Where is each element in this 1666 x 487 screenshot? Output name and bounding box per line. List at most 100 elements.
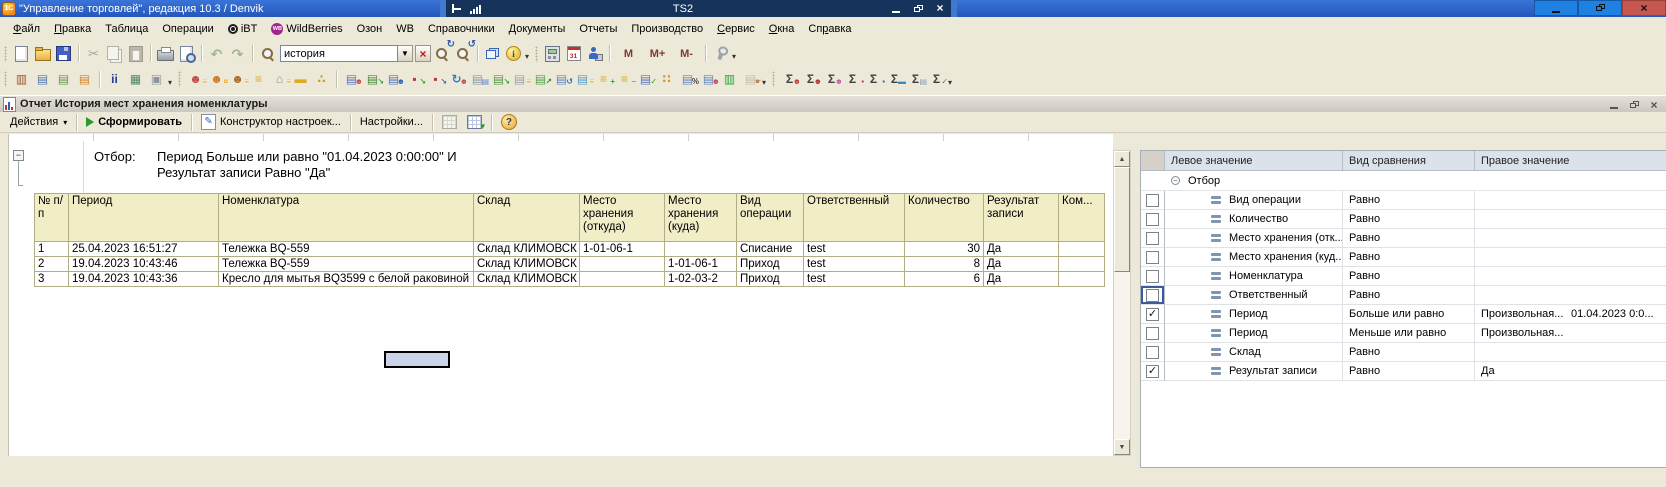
- doc-customer-icon[interactable]: ▤☻: [343, 70, 360, 88]
- table-cell[interactable]: 3: [35, 272, 69, 287]
- rdp-close-button[interactable]: ×: [929, 1, 951, 16]
- filter-row[interactable]: ОтветственныйРавно: [1141, 286, 1666, 305]
- coins-stack-icon[interactable]: ∷: [658, 70, 675, 88]
- panel-checkbox-column-header[interactable]: [1141, 151, 1165, 171]
- transfer-out-icon[interactable]: ▪↘: [427, 70, 444, 88]
- checkbox[interactable]: [1146, 232, 1159, 245]
- doc-contact-icon[interactable]: ▤☻: [700, 70, 717, 88]
- table-cell[interactable]: [1059, 272, 1105, 287]
- customer-orders-icon[interactable]: ☻¤: [208, 70, 225, 88]
- new-document-button[interactable]: [11, 43, 32, 64]
- search-dropdown-button[interactable]: ▼: [398, 45, 413, 62]
- report-close-button[interactable]: ×: [1646, 97, 1662, 112]
- column-header[interactable]: № п/п: [35, 194, 69, 242]
- sum-check-icon-dropdown[interactable]: ▾: [948, 78, 952, 87]
- checkbox[interactable]: [1146, 194, 1159, 207]
- column-header[interactable]: Количество: [905, 194, 984, 242]
- menu-reports[interactable]: Отчеты: [572, 20, 624, 38]
- toolbar-grip[interactable]: [535, 46, 538, 62]
- window-close-button[interactable]: ×: [1622, 0, 1666, 16]
- supplier-report-icon[interactable]: ☻≡: [229, 70, 246, 88]
- table-cell[interactable]: 1-01-06-1: [665, 257, 737, 272]
- info-button[interactable]: i: [503, 43, 524, 64]
- checkbox[interactable]: [1146, 289, 1159, 302]
- table-cell[interactable]: Кресло для мытья BQ3599 с белой раковино…: [219, 272, 474, 287]
- menu-windows[interactable]: Окна: [762, 20, 802, 38]
- doc-coins-icon[interactable]: ▤≡: [511, 70, 528, 88]
- filter-row[interactable]: Место хранения (куд...Равно: [1141, 248, 1666, 267]
- coins-plus-icon[interactable]: ≡+: [595, 70, 612, 88]
- redo-button[interactable]: ↷: [227, 43, 248, 64]
- calendar-button[interactable]: 31: [563, 43, 584, 64]
- checkbox[interactable]: [1146, 213, 1159, 226]
- scroll-up-button[interactable]: ▲: [1114, 151, 1130, 167]
- doc-sync-coins-icon[interactable]: ▤≡: [574, 70, 591, 88]
- table-cell[interactable]: [665, 242, 737, 257]
- table-cell[interactable]: [1059, 257, 1105, 272]
- toolbar-grip[interactable]: [4, 71, 7, 87]
- checkbox[interactable]: [1146, 346, 1159, 359]
- open-button[interactable]: [32, 43, 53, 64]
- coins-icon[interactable]: ≡: [250, 70, 267, 88]
- menu-operations[interactable]: Операции: [155, 20, 220, 38]
- filter-row[interactable]: ПериодМеньше или равноПроизвольная...: [1141, 324, 1666, 343]
- table-cell[interactable]: Да: [984, 242, 1059, 257]
- doc-refresh-icon[interactable]: ▤↺: [553, 70, 570, 88]
- filter-row[interactable]: КоличествоРавно: [1141, 210, 1666, 229]
- chart-growth-icon[interactable]: ▤↗: [532, 70, 549, 88]
- menu-wildberries[interactable]: WBWildBerries: [264, 20, 349, 38]
- actions-menu-button[interactable]: Действия▾: [5, 114, 72, 130]
- memory-recall-button[interactable]: M: [614, 43, 643, 64]
- menu-table[interactable]: Таблица: [98, 20, 155, 38]
- column-header[interactable]: Вид операции: [737, 194, 804, 242]
- person-exchange-icon[interactable]: ↻☻: [448, 70, 465, 88]
- sum-partner-icon[interactable]: Σ☻: [823, 70, 840, 88]
- transfer-in-icon[interactable]: ▪↘: [406, 70, 423, 88]
- table-cell[interactable]: 1: [35, 242, 69, 257]
- cash-block-icon[interactable]: ▬: [292, 70, 309, 88]
- table-cell[interactable]: [1059, 242, 1105, 257]
- menu-documents[interactable]: Документы: [502, 20, 573, 38]
- sum-flag-blue-icon[interactable]: Σ▪: [865, 70, 882, 88]
- checkbox[interactable]: ✓: [1146, 308, 1159, 321]
- report-restore-button[interactable]: [1626, 97, 1642, 112]
- table-cell[interactable]: test: [804, 242, 905, 257]
- cash-register-icon[interactable]: ▣: [148, 70, 165, 88]
- menu-file[interactable]: Файл: [6, 20, 47, 38]
- print-button[interactable]: [155, 43, 176, 64]
- cut-button[interactable]: ✂: [83, 43, 104, 64]
- table-cell[interactable]: Да: [984, 272, 1059, 287]
- checkbox[interactable]: [1146, 251, 1159, 264]
- save-button[interactable]: [53, 43, 74, 64]
- column-header[interactable]: Место хранения (куда): [665, 194, 737, 242]
- sum-flag-cyan-icon[interactable]: Σ▬: [886, 70, 903, 88]
- print-report-icon[interactable]: ▤: [34, 70, 51, 88]
- doc-receipt-icon[interactable]: ▤↘: [364, 70, 381, 88]
- generate-button[interactable]: Сформировать: [81, 114, 187, 130]
- doc-ledger-icon[interactable]: ▤▤: [469, 70, 486, 88]
- paste-button[interactable]: [125, 43, 146, 64]
- table-cell[interactable]: 1-01-06-1: [580, 242, 665, 257]
- menu-references[interactable]: Справочники: [421, 20, 502, 38]
- table-cell[interactable]: test: [804, 257, 905, 272]
- filter-row[interactable]: Место хранения (отк...Равно: [1141, 229, 1666, 248]
- panel-column-header-comparison[interactable]: Вид сравнения: [1343, 151, 1475, 171]
- filter-row[interactable]: СкладРавно: [1141, 343, 1666, 362]
- table-cell[interactable]: Приход: [737, 272, 804, 287]
- table-cell[interactable]: Списание: [737, 242, 804, 257]
- undo-button[interactable]: ↶: [206, 43, 227, 64]
- sum-supplier-icon[interactable]: Σ☻: [802, 70, 819, 88]
- table-cell[interactable]: 25.04.2023 16:51:27: [69, 242, 219, 257]
- memory-subtract-button[interactable]: M-: [672, 43, 701, 64]
- column-header[interactable]: Результат записи: [984, 194, 1059, 242]
- table-cell[interactable]: 6: [905, 272, 984, 287]
- menu-production[interactable]: Производство: [624, 20, 710, 38]
- counterparties-icon[interactable]: ii: [106, 70, 123, 88]
- table-cell[interactable]: [580, 272, 665, 287]
- filter-group-row[interactable]: − Отбор: [1141, 171, 1666, 191]
- calculator-button[interactable]: [542, 43, 563, 64]
- filter-row[interactable]: ✓ПериодБольше или равноПроизвольная...01…: [1141, 305, 1666, 324]
- checkbox[interactable]: [1146, 327, 1159, 340]
- menu-wb[interactable]: WB: [389, 20, 421, 38]
- sum-register-icon[interactable]: Σ▤: [907, 70, 924, 88]
